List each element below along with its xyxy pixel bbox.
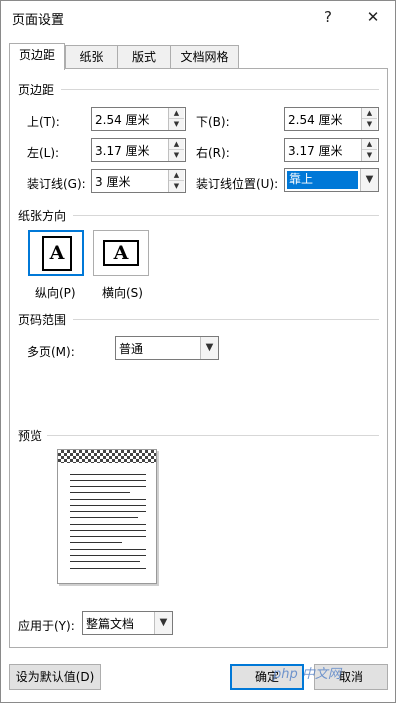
divider <box>61 89 379 90</box>
bottom-margin-label: 下(B): <box>196 115 230 129</box>
spin-up-icon[interactable]: ▲ <box>169 170 184 181</box>
tab-layout[interactable]: 版式 <box>117 45 171 69</box>
gutter-value[interactable]: 3 厘米 <box>95 173 130 190</box>
pages-section-title: 页码范围 <box>18 313 67 327</box>
spin-up-icon[interactable]: ▲ <box>169 108 184 119</box>
help-icon[interactable]: ? <box>313 4 343 30</box>
gutter-position-value[interactable]: 靠上 <box>287 171 358 189</box>
apply-to-select[interactable]: 整篇文档 ▼ <box>82 611 173 635</box>
apply-to-label: 应用于(Y): <box>18 619 75 633</box>
spin-up-icon[interactable]: ▲ <box>169 139 184 150</box>
tab-strip: 页边距 纸张 版式 文档网格 <box>9 43 239 70</box>
divider <box>47 435 379 436</box>
spin-down-icon[interactable]: ▼ <box>362 119 377 130</box>
top-margin-spinner[interactable]: 2.54 厘米 ▲ ▼ <box>91 107 186 131</box>
chevron-down-icon[interactable]: ▼ <box>154 612 172 634</box>
spin-down-icon[interactable]: ▼ <box>169 150 184 161</box>
bottom-margin-value[interactable]: 2.54 厘米 <box>288 111 343 128</box>
preview-section-title: 预览 <box>18 429 43 443</box>
spin-down-icon[interactable]: ▼ <box>362 150 377 161</box>
window-title: 页面设置 <box>12 13 65 28</box>
margins-section-title: 页边距 <box>18 83 55 97</box>
tab-paper[interactable]: 纸张 <box>65 45 118 69</box>
left-margin-value[interactable]: 3.17 厘米 <box>95 142 150 159</box>
multiple-pages-label: 多页(M): <box>27 345 75 359</box>
gutter-position-select[interactable]: 靠上 ▼ <box>284 168 379 192</box>
chevron-down-icon[interactable]: ▼ <box>200 337 218 359</box>
spin-down-icon[interactable]: ▼ <box>169 119 184 130</box>
preview-page <box>57 449 157 584</box>
chevron-down-icon[interactable]: ▼ <box>360 169 378 191</box>
watermark-logo: php 中文网 <box>273 667 341 682</box>
right-margin-spinner[interactable]: 3.17 厘米 ▲ ▼ <box>284 138 379 162</box>
gutter-spinner[interactable]: 3 厘米 ▲ ▼ <box>91 169 186 193</box>
top-margin-label: 上(T): <box>27 115 60 129</box>
orientation-section-title: 纸张方向 <box>18 209 67 223</box>
left-margin-label: 左(L): <box>27 146 60 160</box>
portrait-button[interactable]: A <box>28 230 84 276</box>
multiple-pages-value[interactable]: 普通 <box>119 340 143 357</box>
gutter-position-label: 装订线位置(U): <box>196 177 279 191</box>
page-setup-dialog: 页面设置 ? ✕ 页边距 纸张 版式 文档网格 页边距 上(T): 2.54 厘… <box>0 0 396 703</box>
gutter-label: 装订线(G): <box>27 177 86 191</box>
divider <box>73 215 379 216</box>
landscape-button[interactable]: A <box>93 230 149 276</box>
landscape-page-icon: A <box>103 240 139 266</box>
multiple-pages-select[interactable]: 普通 ▼ <box>115 336 219 360</box>
title-bar: 页面设置 ? ✕ <box>1 1 396 33</box>
right-margin-label: 右(R): <box>196 146 230 160</box>
set-default-button[interactable]: 设为默认值(D) <box>9 664 101 690</box>
divider <box>73 319 379 320</box>
tab-margins[interactable]: 页边距 <box>9 43 65 70</box>
top-margin-value[interactable]: 2.54 厘米 <box>95 111 150 128</box>
bottom-margin-spinner[interactable]: 2.54 厘米 ▲ ▼ <box>284 107 379 131</box>
apply-to-value[interactable]: 整篇文档 <box>86 615 134 632</box>
close-icon[interactable]: ✕ <box>358 4 388 30</box>
spin-down-icon[interactable]: ▼ <box>169 181 184 192</box>
left-margin-spinner[interactable]: 3.17 厘米 ▲ ▼ <box>91 138 186 162</box>
portrait-page-icon: A <box>42 236 72 271</box>
tab-doc-grid[interactable]: 文档网格 <box>170 45 239 69</box>
landscape-label[interactable]: 横向(S) <box>102 284 143 301</box>
right-margin-value[interactable]: 3.17 厘米 <box>288 142 343 159</box>
portrait-label[interactable]: 纵向(P) <box>35 284 76 301</box>
gutter-pattern <box>58 450 156 463</box>
spin-up-icon[interactable]: ▲ <box>362 139 377 150</box>
spin-up-icon[interactable]: ▲ <box>362 108 377 119</box>
